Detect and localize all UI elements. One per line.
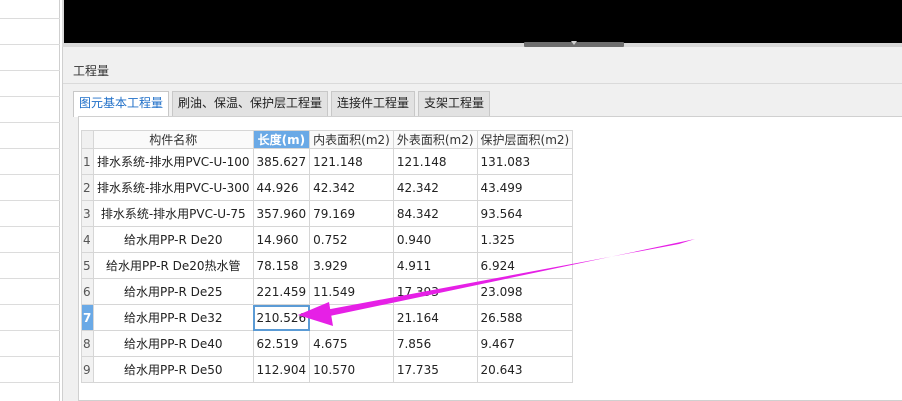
row-number[interactable]: 7: [81, 304, 94, 331]
column-header-protect-area[interactable]: 保护层面积(m2): [476, 130, 574, 149]
cell-outer-area[interactable]: 4.911: [392, 252, 478, 279]
cell-inner-area[interactable]: 121.148: [309, 148, 394, 175]
cell-inner-area[interactable]: 10.570: [309, 356, 394, 383]
cell-inner-area[interactable]: 4.675: [309, 330, 394, 357]
cell-outer-area[interactable]: 121.148: [392, 148, 478, 175]
row-number[interactable]: 6: [81, 278, 94, 305]
sheet-row-line: [0, 148, 60, 149]
cell-length[interactable]: 112.904: [252, 356, 311, 383]
cell-component-name[interactable]: 排水系统-排水用PVC-U-300: [93, 174, 254, 201]
cell-protect-area[interactable]: 9.467: [476, 330, 574, 357]
row-number[interactable]: 9: [81, 356, 94, 383]
sheet-row-line: [0, 122, 60, 123]
sheet-row-line: [0, 226, 60, 227]
collapse-arrow-icon[interactable]: [571, 41, 577, 45]
cell-component-name[interactable]: 给水用PP-R De50: [93, 356, 254, 383]
sheet-row-line: [0, 356, 60, 357]
table-row[interactable]: 9 给水用PP-R De50 112.904 10.570 17.735 20.643: [81, 356, 574, 383]
sheet-row-line: [0, 278, 60, 279]
table-row[interactable]: 5 给水用PP-R De20热水管 78.158 3.929 4.911 6.924: [81, 252, 574, 279]
tab-paint-insulation-quantity[interactable]: 刷油、保温、保护层工程量: [172, 91, 329, 116]
sheet-row-line: [0, 252, 60, 253]
cell-component-name[interactable]: 给水用PP-R De25: [93, 278, 254, 305]
sheet-row-line: [0, 96, 60, 97]
cell-protect-area[interactable]: 6.924: [476, 252, 574, 279]
table-row[interactable]: 7 给水用PP-R De32 210.526 21.164 26.588: [81, 304, 574, 331]
table-row[interactable]: 8 给水用PP-R De40 62.519 4.675 7.856 9.467: [81, 330, 574, 357]
sheet-row-line: [0, 174, 60, 175]
cell-outer-area[interactable]: 17.393: [392, 278, 478, 305]
cell-component-name[interactable]: 给水用PP-R De20: [93, 226, 254, 253]
spreadsheet-left-strip: [0, 0, 60, 401]
row-number[interactable]: 1: [81, 148, 94, 175]
table-row[interactable]: 2 排水系统-排水用PVC-U-300 44.926 42.342 42.342 43.4…: [81, 174, 574, 201]
sheet-row-line: [0, 304, 60, 305]
sheet-row-line: [0, 330, 60, 331]
cell-length[interactable]: 62.519: [252, 330, 311, 357]
table-row[interactable]: 6 给水用PP-R De25 221.459 11.549 17.393 23.098: [81, 278, 574, 305]
row-number[interactable]: 3: [81, 200, 94, 227]
row-number-header[interactable]: [81, 130, 94, 149]
graphics-viewport[interactable]: [62, 0, 902, 43]
panel-title: 工程量: [73, 64, 110, 78]
column-header-inner-area[interactable]: 内表面积(m2): [309, 130, 394, 149]
cell-length[interactable]: 44.926: [252, 174, 311, 201]
quantity-panel: 工程量 图元基本工程量 刷油、保温、保护层工程量 连接件工程量 支架工程量 构件…: [62, 47, 902, 401]
tab-fitting-quantity[interactable]: 连接件工程量: [331, 91, 416, 116]
cell-inner-area[interactable]: 0.752: [309, 226, 394, 253]
cell-protect-area[interactable]: 43.499: [476, 174, 574, 201]
column-header-outer-area[interactable]: 外表面积(m2): [392, 130, 478, 149]
cell-component-name[interactable]: 给水用PP-R De40: [93, 330, 254, 357]
column-header-name[interactable]: 构件名称: [93, 130, 254, 149]
table-row[interactable]: 1 排水系统-排水用PVC-U-100 385.627 121.148 121.148 1…: [81, 148, 574, 175]
row-number[interactable]: 5: [81, 252, 94, 279]
cell-outer-area[interactable]: 42.342: [392, 174, 478, 201]
cell-length[interactable]: 221.459: [252, 278, 311, 305]
cell-component-name[interactable]: 给水用PP-R De32: [93, 304, 254, 331]
cell-length[interactable]: 78.158: [252, 252, 311, 279]
sheet-row-line: [0, 18, 60, 19]
cell-component-name[interactable]: 排水系统-排水用PVC-U-100: [93, 148, 254, 175]
cell-length[interactable]: 357.960: [252, 200, 311, 227]
panel-divider: [63, 83, 902, 84]
row-number[interactable]: 2: [81, 174, 94, 201]
tab-support-quantity[interactable]: 支架工程量: [418, 91, 491, 116]
cell-length[interactable]: 385.627: [252, 148, 311, 175]
cell-protect-area[interactable]: 20.643: [476, 356, 574, 383]
tab-bar: 图元基本工程量 刷油、保温、保护层工程量 连接件工程量 支架工程量: [73, 91, 493, 117]
cell-inner-area[interactable]: 42.342: [309, 174, 394, 201]
tab-basic-quantity[interactable]: 图元基本工程量: [73, 91, 170, 117]
cell-outer-area[interactable]: 21.164: [392, 304, 478, 331]
table-row[interactable]: 4 给水用PP-R De20 14.960 0.752 0.940 1.325: [81, 226, 574, 253]
cell-outer-area[interactable]: 7.856: [392, 330, 478, 357]
quantity-table: 构件名称 长度(m) 内表面积(m2) 外表面积(m2) 保护层面积(m2) 1…: [81, 130, 574, 383]
cell-protect-area[interactable]: 1.325: [476, 226, 574, 253]
cell-inner-area[interactable]: [309, 304, 394, 331]
table-header-row: 构件名称 长度(m) 内表面积(m2) 外表面积(m2) 保护层面积(m2): [81, 130, 574, 149]
cell-protect-area[interactable]: 131.083: [476, 148, 574, 175]
row-number[interactable]: 4: [81, 226, 94, 253]
column-header-length[interactable]: 长度(m): [252, 130, 311, 149]
cell-outer-area[interactable]: 17.735: [392, 356, 478, 383]
cell-inner-area[interactable]: 11.549: [309, 278, 394, 305]
sheet-row-line: [0, 382, 60, 383]
sheet-row-line: [0, 44, 60, 45]
cell-length[interactable]: 14.960: [252, 226, 311, 253]
cell-component-name[interactable]: 排水系统-排水用PVC-U-75: [93, 200, 254, 227]
cell-length[interactable]: 210.526: [252, 304, 311, 331]
cell-protect-area[interactable]: 93.564: [476, 200, 574, 227]
cell-inner-area[interactable]: 3.929: [309, 252, 394, 279]
cell-inner-area[interactable]: 79.169: [309, 200, 394, 227]
table-row[interactable]: 3 排水系统-排水用PVC-U-75 357.960 79.169 84.342 93.5…: [81, 200, 574, 227]
quantity-table-frame: 构件名称 长度(m) 内表面积(m2) 外表面积(m2) 保护层面积(m2) 1…: [78, 116, 902, 401]
cell-protect-area[interactable]: 23.098: [476, 278, 574, 305]
cell-outer-area[interactable]: 0.940: [392, 226, 478, 253]
sheet-row-line: [0, 200, 60, 201]
cell-outer-area[interactable]: 84.342: [392, 200, 478, 227]
row-number[interactable]: 8: [81, 330, 94, 357]
sheet-row-line: [0, 70, 60, 71]
cell-protect-area[interactable]: 26.588: [476, 304, 574, 331]
cell-component-name[interactable]: 给水用PP-R De20热水管: [93, 252, 254, 279]
